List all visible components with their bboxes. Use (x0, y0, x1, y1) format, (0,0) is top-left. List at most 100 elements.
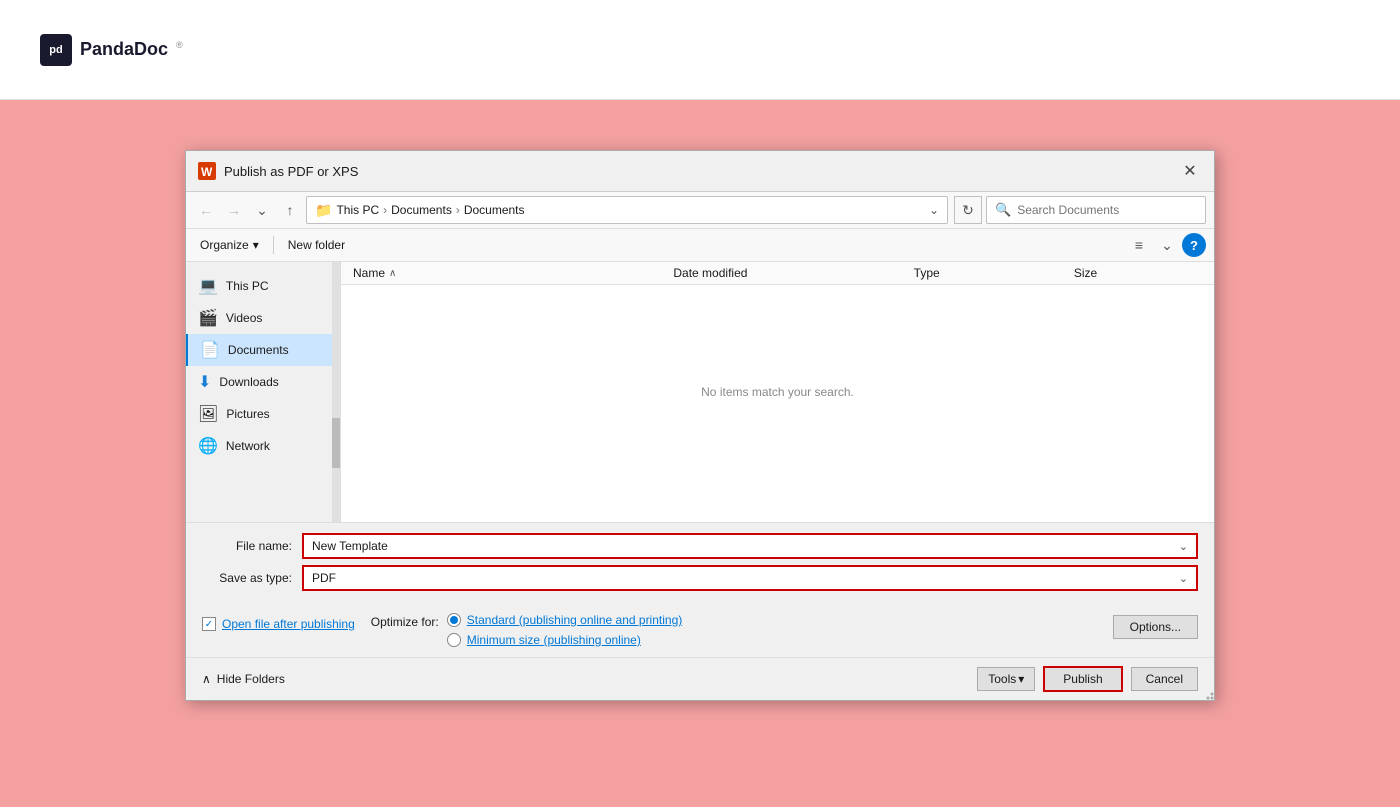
minimum-radio[interactable] (447, 633, 461, 647)
pictures-icon: 🖼 (198, 404, 218, 424)
sidebar-item-network[interactable]: 🌐 Network (186, 430, 340, 462)
dialog-title-text: Publish as PDF or XPS (224, 164, 358, 179)
standard-label[interactable]: Standard (publishing online and printing… (467, 613, 682, 627)
toolbar-separator (273, 236, 274, 254)
save-type-dropdown-arrow[interactable]: ⌄ (1179, 572, 1188, 585)
footer-right: Tools ▾ Publish Cancel (977, 666, 1198, 692)
address-dropdown-arrow[interactable]: ⌄ (929, 203, 939, 217)
breadcrumb-documents: Documents (391, 203, 452, 217)
organize-button[interactable]: Organize ▾ (194, 235, 265, 255)
dialog-title-left: W Publish as PDF or XPS (198, 162, 358, 180)
app-header: pd PandaDoc ® (0, 0, 1400, 100)
sort-icon: ∧ (389, 268, 396, 279)
breadcrumb: 📁 This PC › Documents › Documents (315, 202, 925, 219)
videos-icon: 🎬 (198, 308, 218, 328)
network-icon: 🌐 (198, 436, 218, 456)
column-date[interactable]: Date modified (673, 266, 913, 280)
file-name-row: File name: New Template ⌄ (202, 533, 1198, 559)
dialog-close-button[interactable]: ✕ (1178, 159, 1202, 183)
tools-label: Tools (988, 672, 1016, 686)
hide-folders-button[interactable]: ∧ Hide Folders (202, 672, 285, 686)
save-type-row: Save as type: PDF ⌄ (202, 565, 1198, 591)
sidebar-scrollbar[interactable] (332, 262, 340, 522)
sidebar-item-downloads[interactable]: ⬇ Downloads (186, 366, 340, 398)
file-list: Name ∧ Date modified Type Size No items … (341, 262, 1214, 522)
sidebar-item-downloads-label: Downloads (219, 375, 278, 389)
nav-up-button[interactable]: ↑ (278, 198, 302, 222)
view-mode-button[interactable]: ≡ (1126, 233, 1152, 257)
organize-arrow: ▾ (253, 238, 259, 252)
office-icon: W (198, 162, 216, 180)
dialog-footer: ∧ Hide Folders Tools ▾ Publish Cancel (186, 657, 1214, 700)
logo-trademark: ® (176, 40, 183, 50)
address-bar[interactable]: 📁 This PC › Documents › Documents ⌄ (306, 196, 948, 224)
dialog-body: 💻 This PC 🎬 Videos 📄 Documents ⬇ Downloa… (186, 262, 1214, 522)
nav-back-button[interactable]: ← (194, 198, 218, 222)
save-type-value: PDF (312, 571, 336, 585)
options-btn-container: Options... (1113, 615, 1198, 639)
options-button[interactable]: Options... (1113, 615, 1198, 639)
dialog-form: File name: New Template ⌄ Save as type: … (186, 522, 1214, 607)
open-file-label[interactable]: Open file after publishing (222, 617, 355, 631)
refresh-button[interactable]: ↻ (954, 196, 982, 224)
sidebar-item-this-pc[interactable]: 💻 This PC (186, 270, 340, 302)
this-pc-icon: 💻 (198, 276, 218, 296)
breadcrumb-documents2: Documents (464, 203, 525, 217)
standard-radio-option: Standard (publishing online and printing… (447, 613, 682, 627)
open-file-checkbox-group: ✓ Open file after publishing (202, 613, 355, 631)
toolbar: Organize ▾ New folder ≡ ⌄ ? (186, 229, 1214, 262)
view-dropdown-button[interactable]: ⌄ (1154, 233, 1180, 257)
column-type[interactable]: Type (914, 266, 1074, 280)
sidebar-item-documents[interactable]: 📄 Documents (186, 334, 340, 366)
organize-label: Organize (200, 238, 249, 252)
logo-text: PandaDoc (80, 39, 168, 60)
search-icon: 🔍 (995, 202, 1011, 218)
options-area: ✓ Open file after publishing Optimize fo… (186, 607, 1214, 657)
svg-text:W: W (201, 165, 213, 179)
sidebar-scroll-thumb[interactable] (332, 418, 340, 468)
documents-icon: 📄 (200, 340, 220, 360)
optimize-label: Optimize for: (371, 613, 439, 629)
standard-radio[interactable] (447, 613, 461, 627)
file-name-input[interactable]: New Template ⌄ (302, 533, 1198, 559)
file-name-label: File name: (202, 539, 302, 553)
search-bar: 🔍 (986, 196, 1206, 224)
file-name-dropdown-arrow[interactable]: ⌄ (1179, 540, 1188, 553)
nav-recent-button[interactable]: ⌄ (250, 198, 274, 222)
breadcrumb-this-pc: This PC (336, 203, 379, 217)
hide-folders-arrow: ∧ (202, 672, 211, 686)
sidebar-item-documents-label: Documents (228, 343, 289, 357)
publish-button[interactable]: Publish (1043, 666, 1122, 692)
sidebar-item-videos[interactable]: 🎬 Videos (186, 302, 340, 334)
sidebar-item-pictures[interactable]: 🖼 Pictures (186, 398, 340, 430)
sidebar-item-videos-label: Videos (226, 311, 262, 325)
dialog-titlebar: W Publish as PDF or XPS ✕ (186, 151, 1214, 192)
cancel-button[interactable]: Cancel (1131, 667, 1198, 691)
tools-arrow: ▾ (1018, 672, 1024, 686)
logo-icon: pd (40, 34, 72, 66)
view-toggle: ≡ ⌄ ? (1126, 233, 1206, 257)
app-logo: pd PandaDoc ® (40, 34, 183, 66)
search-input[interactable] (1017, 203, 1177, 217)
new-folder-button[interactable]: New folder (282, 235, 351, 255)
optimize-section: Optimize for: Standard (publishing onlin… (371, 613, 683, 647)
nav-forward-button[interactable]: → (222, 198, 246, 222)
help-button[interactable]: ? (1182, 233, 1206, 257)
navigation-bar: ← → ⌄ ↑ 📁 This PC › Documents › Document… (186, 192, 1214, 229)
minimum-label[interactable]: Minimum size (publishing online) (467, 633, 641, 647)
save-type-label: Save as type: (202, 571, 302, 585)
sidebar-item-network-label: Network (226, 439, 270, 453)
column-size[interactable]: Size (1074, 266, 1202, 280)
column-name[interactable]: Name ∧ (353, 266, 673, 280)
tools-button[interactable]: Tools ▾ (977, 667, 1035, 691)
downloads-icon: ⬇ (198, 372, 211, 392)
open-file-checkbox[interactable]: ✓ (202, 617, 216, 631)
hide-folders-label: Hide Folders (217, 672, 285, 686)
file-name-value: New Template (312, 539, 388, 553)
resize-handle[interactable] (1202, 688, 1214, 700)
save-type-input[interactable]: PDF ⌄ (302, 565, 1198, 591)
sidebar-item-this-pc-label: This PC (226, 279, 269, 293)
folder-icon: 📁 (315, 202, 332, 219)
optimize-radio-group: Standard (publishing online and printing… (447, 613, 682, 647)
checkbox-check: ✓ (205, 619, 213, 630)
